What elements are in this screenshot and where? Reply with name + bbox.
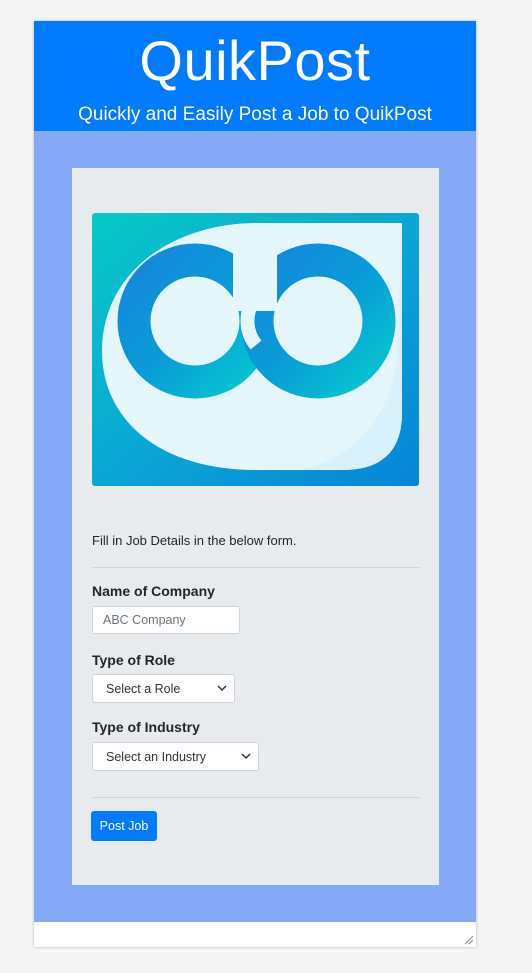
form-intro: Fill in Job Details in the below form. [92, 533, 297, 548]
main-area: Fill in Job Details in the below form. N… [34, 131, 476, 922]
industry-type-selected: Select an Industry [106, 750, 207, 764]
app-title: QuikPost [139, 29, 371, 92]
chevron-down-icon [241, 753, 251, 760]
app-subtitle: Quickly and Easily Post a Job to QuikPos… [78, 104, 432, 125]
role-type-label: Type of Role [92, 652, 175, 668]
app-window: QuikPost Quickly and Easily Post a Job t… [34, 21, 476, 947]
post-job-button[interactable]: Post Job [91, 811, 157, 841]
role-type-select[interactable]: Select a Role [92, 674, 235, 703]
company-name-input[interactable] [92, 606, 240, 634]
role-type-selected: Select a Role [106, 682, 181, 696]
industry-type-select[interactable]: Select an Industry [92, 742, 259, 771]
industry-type-label: Type of Industry [92, 719, 200, 735]
header-banner: QuikPost Quickly and Easily Post a Job t… [34, 21, 476, 131]
divider [92, 797, 419, 798]
company-name-label: Name of Company [92, 583, 215, 599]
co-logo-icon [92, 213, 419, 486]
chevron-down-icon [217, 685, 227, 692]
divider [92, 567, 419, 568]
resize-grip-icon[interactable] [462, 933, 474, 945]
co-logo-image [92, 213, 419, 486]
job-form-card: Fill in Job Details in the below form. N… [72, 168, 439, 885]
